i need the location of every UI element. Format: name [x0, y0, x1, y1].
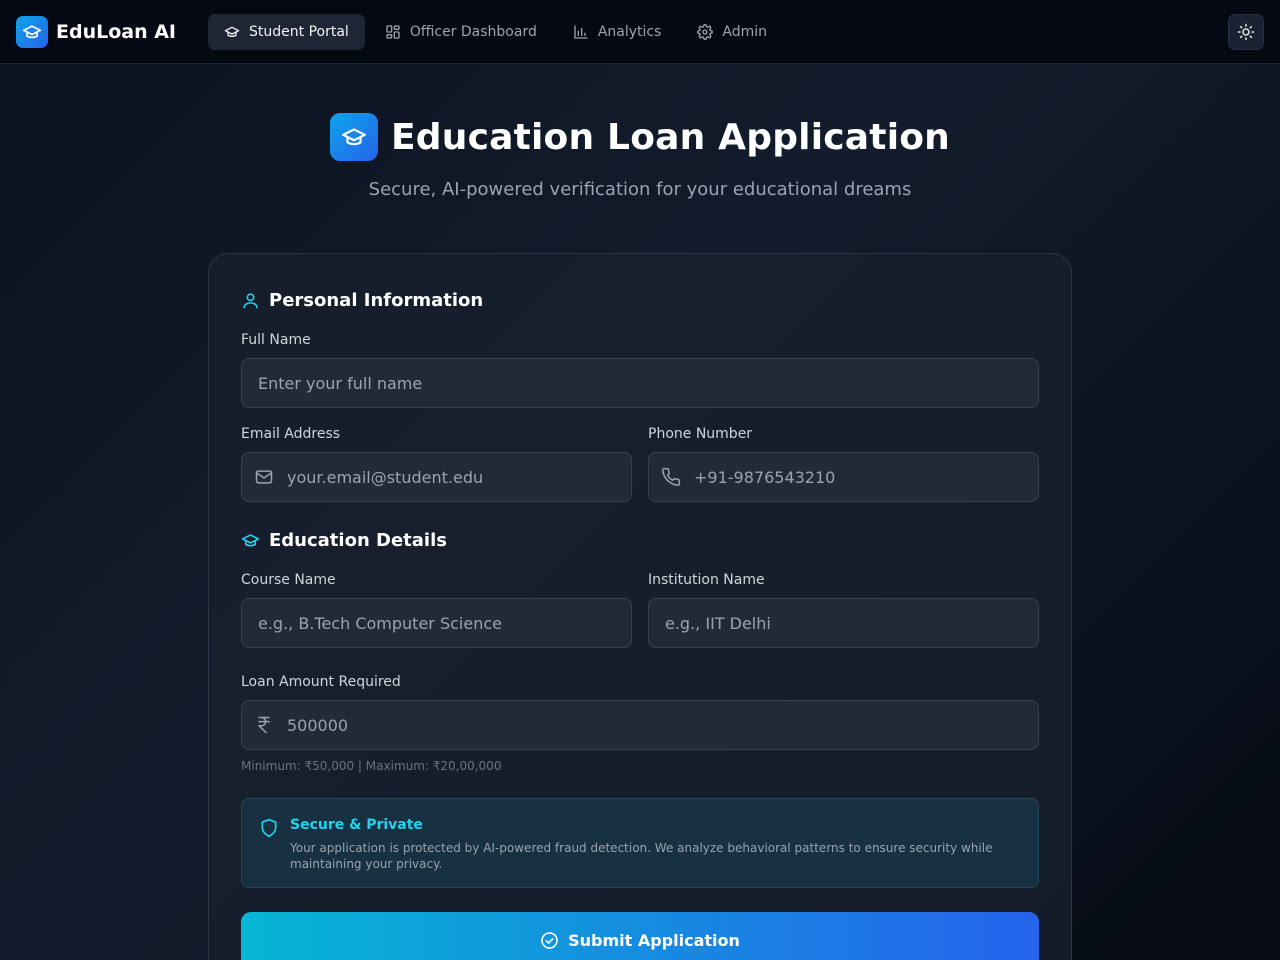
- tab-admin[interactable]: Admin: [681, 14, 783, 50]
- phone-placeholder: +91-9876543210: [694, 467, 836, 487]
- personal-info-heading: Personal Information: [241, 290, 483, 311]
- email-input[interactable]: your.email@student.edu: [241, 452, 632, 502]
- security-notice-title: Secure & Private: [290, 817, 423, 833]
- sun-icon: [1237, 23, 1255, 41]
- section-title-text: Personal Information: [269, 290, 484, 311]
- brand-name: EduLoan AI: [56, 20, 177, 43]
- institution-placeholder: e.g., IIT Delhi: [665, 613, 771, 633]
- gear-icon: [697, 23, 714, 40]
- graduation-cap-icon: [224, 26, 240, 37]
- full-name-label: Full Name: [241, 332, 311, 348]
- email-placeholder: your.email@student.edu: [287, 467, 484, 487]
- tab-student-portal[interactable]: Student Portal: [208, 13, 365, 50]
- loan-amount-placeholder: 500000: [287, 715, 349, 735]
- user-icon: [243, 293, 258, 309]
- phone-label: Phone Number: [648, 426, 753, 442]
- course-label: Course Name: [241, 572, 336, 588]
- shield-icon: [259, 818, 279, 842]
- submit-label: Submit Application: [568, 930, 740, 950]
- graduation-cap-icon: [241, 534, 260, 547]
- submit-application-button[interactable]: Submit Application: [241, 912, 1039, 960]
- tab-label: Officer Dashboard: [409, 23, 537, 40]
- email-label: Email Address: [241, 426, 341, 442]
- full-name-input[interactable]: Enter your full name: [241, 358, 1039, 408]
- theme-toggle-button[interactable]: [1228, 14, 1264, 50]
- graduation-cap-icon: [16, 15, 48, 48]
- brand[interactable]: EduLoan AI: [16, 15, 177, 48]
- course-placeholder: e.g., B.Tech Computer Science: [258, 613, 502, 633]
- section-title-text: Education Details: [269, 530, 447, 551]
- loan-amount-hint: Minimum: ₹50,000 | Maximum: ₹20,00,000: [241, 759, 502, 773]
- graduation-cap-icon: [329, 113, 378, 161]
- page-title: Education Loan Application: [390, 116, 951, 158]
- dashboard-grid-icon: [386, 24, 400, 39]
- security-notice: Secure & Private Your application is pro…: [241, 798, 1039, 888]
- loan-amount-label: Loan Amount Required: [241, 674, 401, 690]
- mail-icon: [254, 467, 274, 487]
- tab-officer-dashboard[interactable]: Officer Dashboard: [369, 14, 553, 50]
- institution-input[interactable]: e.g., IIT Delhi: [648, 598, 1039, 648]
- loan-amount-input[interactable]: 500000: [241, 700, 1039, 750]
- loan-application-form: Personal Information Full Name Enter you…: [208, 253, 1072, 960]
- tab-label: Admin: [722, 23, 768, 40]
- page-subtitle: Secure, AI-powered verification for your…: [368, 179, 912, 200]
- security-notice-text: Your application is protected by AI-powe…: [290, 841, 993, 871]
- full-name-placeholder: Enter your full name: [258, 373, 423, 393]
- check-circle-icon: [541, 931, 558, 949]
- phone-input[interactable]: +91-9876543210: [648, 452, 1039, 502]
- course-input[interactable]: e.g., B.Tech Computer Science: [241, 598, 632, 648]
- institution-label: Institution Name: [648, 572, 765, 588]
- hero-title-row: Education Loan Application: [0, 113, 1280, 161]
- education-details-heading: Education Details: [241, 530, 447, 551]
- nav-tabs: Student Portal Officer Dashboard Analyti…: [208, 13, 787, 50]
- top-nav: EduLoan AI Student Portal Officer Dashbo…: [0, 0, 1280, 64]
- phone-icon: [661, 467, 681, 487]
- tab-label: Student Portal: [249, 23, 349, 40]
- tab-analytics[interactable]: Analytics: [557, 14, 678, 50]
- rupee-icon: [254, 715, 274, 735]
- bar-chart-icon: [574, 24, 588, 39]
- tab-label: Analytics: [597, 23, 662, 40]
